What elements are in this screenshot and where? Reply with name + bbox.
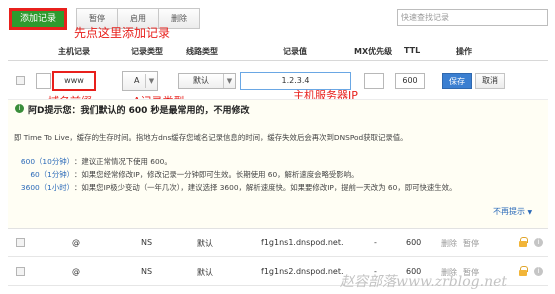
record-line: 默认	[197, 268, 213, 277]
header-mx: MX优先级	[354, 47, 393, 56]
info-circle-icon: i	[15, 104, 24, 113]
mx-priority-input[interactable]	[364, 73, 384, 89]
search-input[interactable]: 快速查找记录	[397, 9, 548, 26]
record-value: f1g1ns2.dnspod.net.	[261, 267, 344, 276]
record-ttl: 600	[406, 238, 422, 247]
tips-item-key: 60（1分钟）	[30, 170, 74, 179]
row-checkbox[interactable]	[16, 238, 25, 247]
chevron-down-icon: ▼	[527, 209, 533, 216]
line-select[interactable]: 默认 ▼	[178, 73, 236, 89]
save-button[interactable]: 保存	[442, 73, 472, 89]
tips-intro: 即 Time To Live，缓存的生存时间。指地方dns缓存您域名记录信息的时…	[14, 133, 408, 142]
row-pause-link[interactable]: 暂停	[463, 238, 479, 249]
host-input[interactable]: www	[52, 71, 96, 91]
record-host: @	[72, 267, 80, 276]
header-action: 操作	[456, 47, 472, 56]
lock-icon	[519, 266, 528, 276]
tips-item-text: ：如果您经常修改IP，修改记录一分钟即可生效。长期使用 60，解析速度会略受影响…	[74, 170, 359, 179]
dismiss-tips-link[interactable]: 不再提示 ▼	[493, 206, 532, 217]
info-icon[interactable]: i	[534, 238, 543, 247]
tips-item: 600（10分钟）：建议正常情况下使用 600。	[8, 156, 172, 167]
record-type: NS	[141, 238, 153, 247]
record-line: 默认	[197, 239, 213, 248]
chevron-down-icon: ▼	[223, 74, 235, 88]
header-value: 记录值	[283, 47, 307, 56]
record-value: f1g1ns1.dnspod.net.	[261, 238, 344, 247]
header-ttl: TTL	[404, 46, 421, 55]
table-row[interactable]: @ NS 默认 f1g1ns1.dnspod.net. - 600 删除 暂停 …	[8, 229, 548, 257]
tips-item-text: ：建议正常情况下使用 600。	[74, 157, 172, 166]
add-record-button[interactable]: 添加记录	[9, 8, 67, 30]
tips-item: 60（1分钟）：如果您经常修改IP，修改记录一分钟即可生效。长期使用 60，解析…	[8, 169, 358, 180]
ttl-tips-panel: i 阿D提示您：我们默认的 600 秒是最常用的，不用修改 即 Time To …	[8, 99, 548, 229]
dismiss-tips-label: 不再提示	[493, 207, 525, 216]
tips-item-text: ：如果您IP极少变动（一年几次），建议选择 3600，解析速度快。如果要修改IP…	[74, 183, 457, 192]
lock-icon	[519, 237, 528, 247]
header-line: 线路类型	[186, 47, 218, 56]
tips-item-key: 3600（1小时）	[20, 183, 74, 192]
info-icon[interactable]: i	[534, 267, 543, 276]
tips-title: 阿D提示您：我们默认的 600 秒是最常用的，不用修改	[28, 106, 250, 116]
record-host: @	[72, 238, 80, 247]
type-select[interactable]: A ▼	[122, 71, 158, 91]
header-divider	[8, 60, 548, 61]
header-host: 主机记录	[58, 47, 90, 56]
row-delete-link[interactable]: 删除	[441, 238, 457, 249]
add-record-annotation: 先点这里添加记录	[74, 26, 171, 40]
ttl-input[interactable]: 600	[395, 73, 425, 89]
row-checkbox[interactable]	[16, 267, 25, 276]
header-type: 记录类型	[131, 47, 163, 56]
host-prefix-field[interactable]	[36, 73, 51, 89]
record-mx: -	[374, 238, 377, 247]
tips-item: 3600（1小时）：如果您IP极少变动（一年几次），建议选择 3600，解析速度…	[8, 182, 457, 193]
type-select-value: A	[134, 76, 140, 85]
tips-item-key: 600（10分钟）	[20, 157, 74, 166]
line-select-value: 默认	[193, 76, 209, 85]
cancel-button[interactable]: 取消	[475, 73, 505, 89]
chevron-down-icon: ▼	[145, 74, 157, 88]
edit-row-checkbox[interactable]	[16, 76, 25, 85]
watermark: 赵容部落www.zrblog.net	[340, 274, 508, 290]
record-type: NS	[141, 267, 153, 276]
